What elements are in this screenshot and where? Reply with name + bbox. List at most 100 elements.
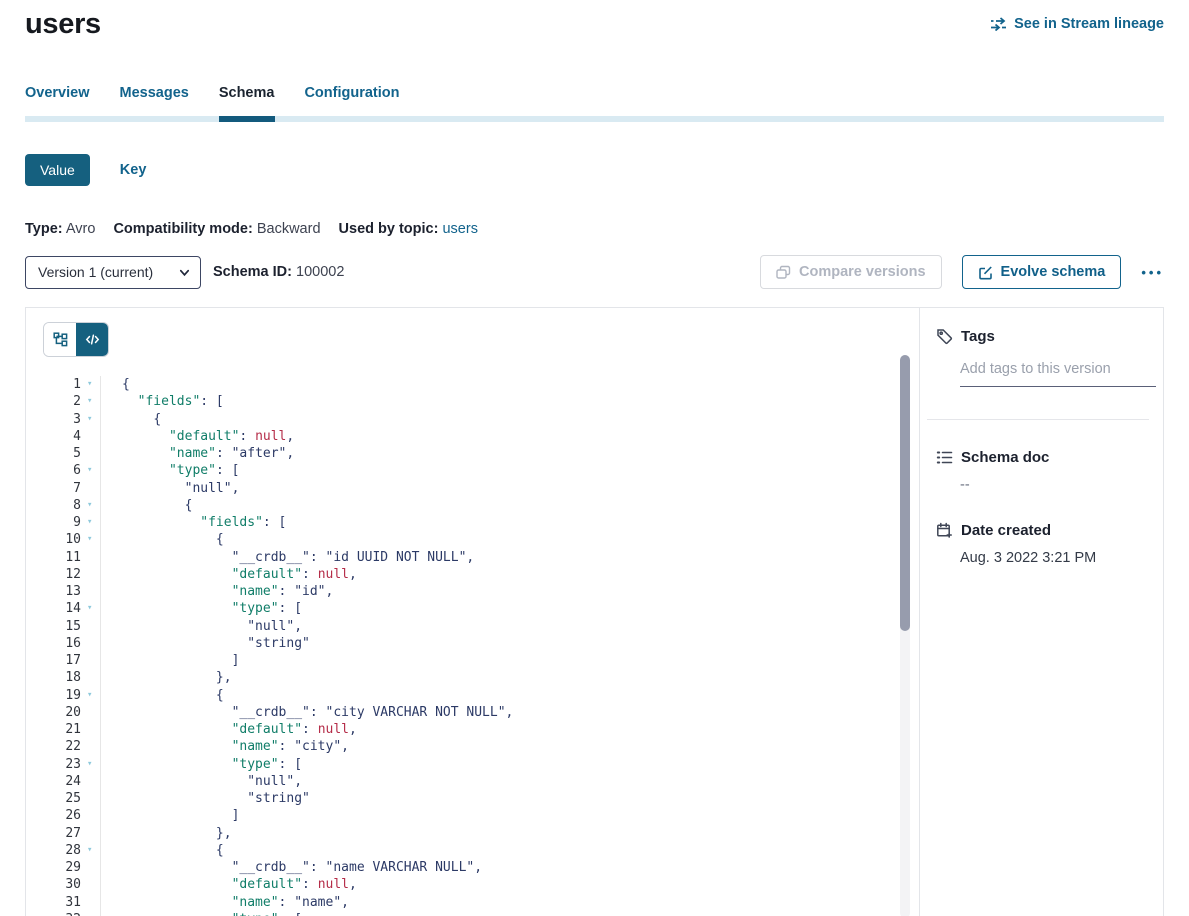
code-text: "null", [101,773,302,790]
value-tab-button[interactable]: Value [25,154,90,186]
more-actions-button[interactable]: ••• [1141,265,1164,280]
line-number: 4 [43,428,81,445]
fold-marker-icon[interactable]: ▾ [81,756,101,773]
line-number: 15 [43,618,81,635]
code-text: "name": "name", [101,894,349,911]
schema-doc-heading: Schema doc [961,449,1049,466]
code-line: 27 }, [43,825,919,842]
version-select[interactable]: Version 1 (current) [25,256,201,289]
fold-marker-icon[interactable]: ▾ [81,514,101,531]
compare-versions-icon [776,265,791,280]
line-number: 3 [43,411,81,428]
tags-heading: Tags [961,328,995,345]
fold-marker-icon[interactable]: ▾ [81,842,101,859]
stream-lineage-icon [990,17,1007,31]
code-text: { [101,411,161,428]
fold-marker-icon[interactable]: ▾ [81,462,101,479]
fold-marker-icon[interactable]: ▾ [81,600,101,617]
tag-icon [936,328,953,345]
fold-marker-icon[interactable]: ▾ [81,411,101,428]
line-number: 16 [43,635,81,652]
code-text: "default": null, [101,721,357,738]
tab-overview[interactable]: Overview [25,85,90,116]
add-tags-input[interactable] [960,361,1156,387]
line-number: 8 [43,497,81,514]
edit-icon [978,265,993,280]
line-number: 14 [43,600,81,617]
code-text: "default": null, [101,428,294,445]
fold-gutter [81,618,101,635]
line-number: 29 [43,859,81,876]
tab-configuration[interactable]: Configuration [304,85,399,116]
fold-marker-icon[interactable]: ▾ [81,376,101,393]
tree-view-icon [53,332,68,347]
code-line: 31 "name": "name", [43,894,919,911]
code-line: 17 ] [43,652,919,669]
stream-lineage-link[interactable]: See in Stream lineage [990,16,1164,32]
line-number: 22 [43,738,81,755]
fold-marker-icon[interactable]: ▾ [81,393,101,410]
code-line: 21 "default": null, [43,721,919,738]
fold-marker-icon[interactable]: ▾ [81,497,101,514]
type-value: Avro [66,221,96,237]
fold-gutter [81,583,101,600]
fold-gutter [81,480,101,497]
fold-marker-icon[interactable]: ▾ [81,911,101,916]
fold-gutter [81,773,101,790]
tab-messages[interactable]: Messages [120,85,189,116]
code-line: 5 "name": "after", [43,445,919,462]
fold-gutter [81,721,101,738]
fold-gutter [81,566,101,583]
code-line: 11 "__crdb__": "id UUID NOT NULL", [43,549,919,566]
key-tab-button[interactable]: Key [114,161,153,179]
fold-marker-icon[interactable]: ▾ [81,687,101,704]
fold-gutter [81,738,101,755]
line-number: 17 [43,652,81,669]
active-tab-indicator [219,116,275,122]
code-text: { [101,376,130,393]
fold-gutter [81,445,101,462]
fold-gutter [81,549,101,566]
code-view-button[interactable] [76,323,108,356]
code-line: 4 "default": null, [43,428,919,445]
tab-bar: Overview Messages Schema Configuration [25,85,1164,122]
scrollbar-thumb[interactable] [900,355,910,631]
fold-gutter [81,790,101,807]
code-line: 32▾ "type": [ [43,911,919,916]
fold-marker-icon[interactable]: ▾ [81,531,101,548]
schema-sidebar: Tags Schema doc -- [919,308,1163,916]
fold-gutter [81,669,101,686]
code-line: 1▾{ [43,376,919,393]
code-line: 12 "default": null, [43,566,919,583]
code-line: 30 "default": null, [43,876,919,893]
code-text: { [101,687,224,704]
line-number: 1 [43,376,81,393]
date-created-value: Aug. 3 2022 3:21 PM [960,550,1151,566]
schema-json-code: 1▾{2▾ "fields": [3▾ {4 "default": null,5… [43,376,919,916]
code-text: { [101,497,192,514]
topic-link[interactable]: users [442,221,477,237]
schema-detail-panel: 1▾{2▾ "fields": [3▾ {4 "default": null,5… [25,307,1164,916]
editor-scrollbar[interactable] [900,355,910,916]
line-number: 13 [43,583,81,600]
code-line: 16 "string" [43,635,919,652]
tree-view-button[interactable] [44,323,76,356]
line-number: 21 [43,721,81,738]
code-view-icon [85,332,100,347]
code-text: "name": "id", [101,583,333,600]
fold-gutter [81,859,101,876]
code-line: 6▾ "type": [ [43,462,919,479]
tab-schema[interactable]: Schema [219,85,275,116]
code-line: 24 "null", [43,773,919,790]
line-number: 6 [43,462,81,479]
code-line: 19▾ { [43,687,919,704]
code-text: "__crdb__": "id UUID NOT NULL", [101,549,474,566]
list-icon [936,449,953,466]
code-text: "default": null, [101,566,357,583]
line-number: 24 [43,773,81,790]
code-text: "null", [101,480,239,497]
evolve-schema-button[interactable]: Evolve schema [962,255,1122,289]
line-number: 26 [43,807,81,824]
compare-versions-button[interactable]: Compare versions [760,255,942,289]
sidebar-divider [927,419,1149,420]
